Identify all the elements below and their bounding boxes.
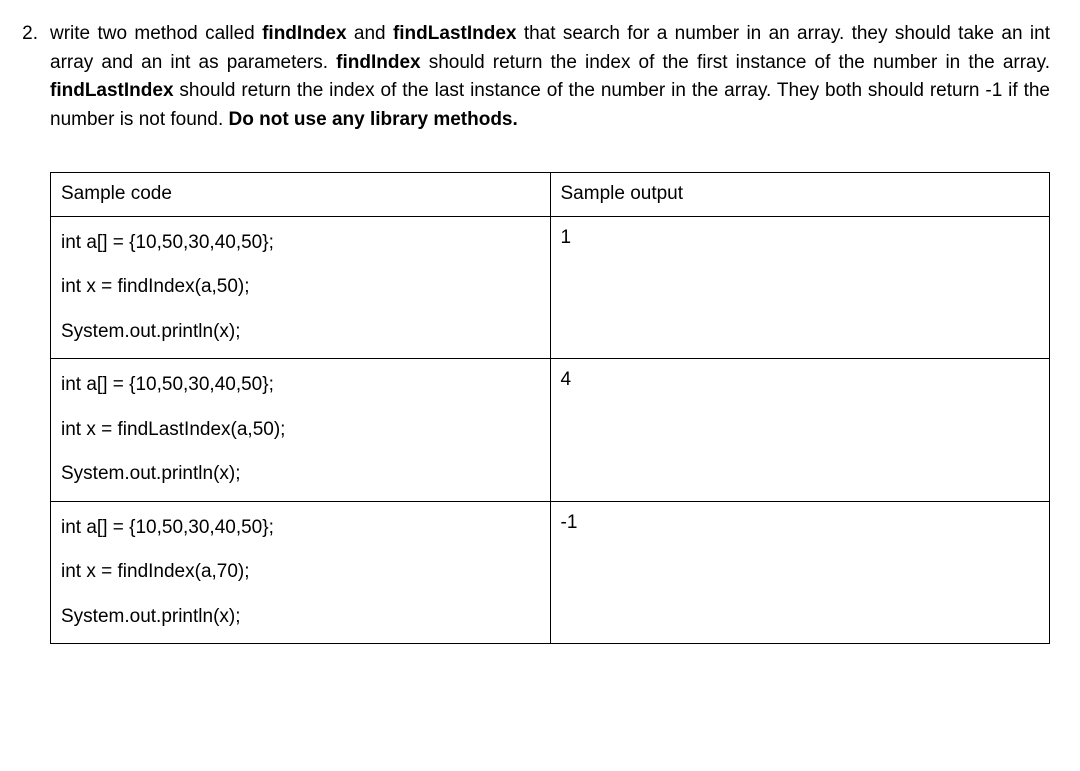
code-line: System.out.println(x); xyxy=(61,318,540,347)
code-cell: int a[] = {10,50,30,40,50}; int x = find… xyxy=(51,359,551,502)
text-emphasis: Do not use any library methods. xyxy=(229,109,518,130)
text-part: should return the index of the last inst… xyxy=(50,80,1050,130)
output-cell: 4 xyxy=(550,359,1050,502)
code-line: int a[] = {10,50,30,40,50}; xyxy=(61,371,540,400)
method-name-findlastindex: findLastIndex xyxy=(393,23,517,44)
question-number: 2. xyxy=(0,20,50,49)
table-row: int a[] = {10,50,30,40,50}; int x = find… xyxy=(51,359,1050,502)
table-header-row: Sample code Sample output xyxy=(51,173,1050,217)
code-cell: int a[] = {10,50,30,40,50}; int x = find… xyxy=(51,216,551,359)
table-row: int a[] = {10,50,30,40,50}; int x = find… xyxy=(51,216,1050,359)
header-code: Sample code xyxy=(51,173,551,217)
code-line: int x = findLastIndex(a,50); xyxy=(61,416,540,445)
code-line: int a[] = {10,50,30,40,50}; xyxy=(61,229,540,258)
text-part: write two method called xyxy=(50,23,262,44)
question-body: write two method called findIndex and fi… xyxy=(50,20,1050,644)
text-part: and xyxy=(347,23,393,44)
method-name-findindex: findIndex xyxy=(336,52,420,73)
code-line: int x = findIndex(a,50); xyxy=(61,273,540,302)
code-line: int x = findIndex(a,70); xyxy=(61,558,540,587)
method-name-findlastindex: findLastIndex xyxy=(50,80,174,101)
code-cell: int a[] = {10,50,30,40,50}; int x = find… xyxy=(51,501,551,644)
code-line: int a[] = {10,50,30,40,50}; xyxy=(61,514,540,543)
code-line: System.out.println(x); xyxy=(61,603,540,632)
table-row: int a[] = {10,50,30,40,50}; int x = find… xyxy=(51,501,1050,644)
sample-table: Sample code Sample output int a[] = {10,… xyxy=(50,172,1050,644)
output-cell: 1 xyxy=(550,216,1050,359)
question-text: write two method called findIndex and fi… xyxy=(50,20,1050,134)
text-part: should return the index of the first ins… xyxy=(421,52,1050,73)
output-cell: -1 xyxy=(550,501,1050,644)
method-name-findindex: findIndex xyxy=(262,23,346,44)
code-line: System.out.println(x); xyxy=(61,460,540,489)
question-container: 2. write two method called findIndex and… xyxy=(0,20,1050,644)
header-output: Sample output xyxy=(550,173,1050,217)
